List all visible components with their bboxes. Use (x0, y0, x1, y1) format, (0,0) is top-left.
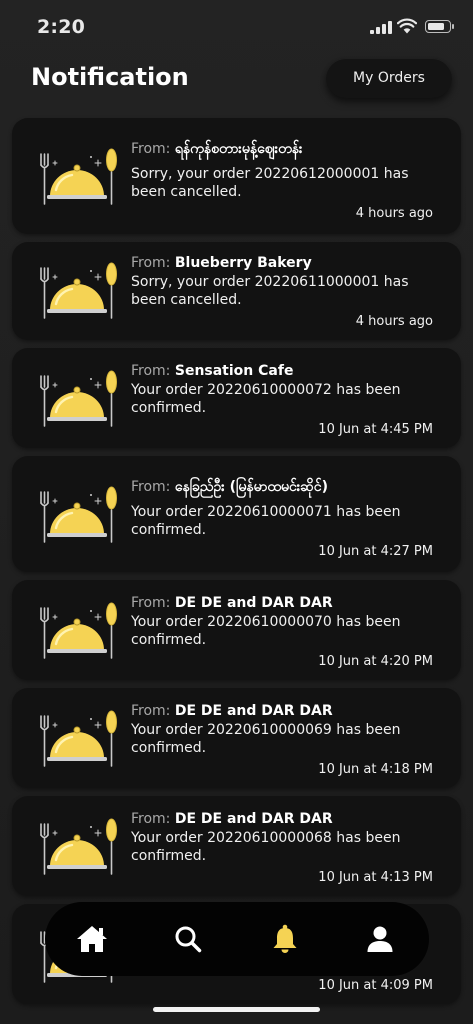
notification-card[interactable]: From: DE DE and DAR DAR Your order 202206… (12, 580, 461, 680)
notification-message: Sorry, your order 20220611000001 has bee… (131, 274, 409, 308)
notification-time: 10 Jun at 4:20 PM (318, 654, 433, 669)
notification-message: Your order 20220610000068 has been confi… (131, 830, 401, 864)
status-time: 2:20 (37, 16, 86, 38)
battery-icon (425, 20, 454, 33)
home-indicator[interactable] (153, 1007, 320, 1012)
notification-message: Your order 20220610000070 has been confi… (131, 614, 401, 648)
notification-card[interactable]: From: Sensation Cafe Your order 202206100… (12, 348, 461, 448)
notification-from: From: DE DE and DAR DAR (131, 811, 333, 827)
notification-from: From: Blueberry Bakery (131, 255, 312, 271)
food-cloche-icon (40, 602, 117, 659)
sender-name: Sensation Cafe (174, 363, 294, 379)
notification-time: 4 hours ago (355, 314, 433, 329)
from-prefix: From: (131, 141, 171, 157)
notification-message: Your order 20220610000071 has been confi… (131, 504, 401, 538)
sender-name: Blueberry Bakery (174, 255, 312, 271)
nav-profile[interactable] (362, 921, 398, 957)
nav-notifications[interactable] (267, 921, 303, 957)
notification-time: 4 hours ago (355, 206, 433, 221)
restaurant-icon (38, 710, 118, 768)
sender-name: DE DE and DAR DAR (174, 703, 333, 719)
notification-message: Your order 20220610000072 has been confi… (131, 382, 401, 416)
restaurant-icon (38, 148, 118, 206)
cellular-signal-icon (370, 21, 392, 34)
restaurant-icon (38, 370, 118, 428)
from-prefix: From: (131, 703, 171, 719)
notification-card[interactable]: From: နေခြည်ဦး (မြန်မာထမင်းဆိုင်) Your or… (12, 456, 461, 572)
food-cloche-icon (40, 148, 117, 205)
food-cloche-icon (40, 370, 117, 427)
from-prefix: From: (131, 363, 171, 379)
home-icon (77, 926, 107, 952)
notification-from: From: နေခြည်ဦး (မြန်မာထမင်းဆိုင်) (131, 477, 328, 498)
notification-card[interactable]: From: ရန်ကုန်စတားမုန့်ဈေးတန်း Sorry, your… (12, 118, 461, 234)
notification-from: From: DE DE and DAR DAR (131, 595, 333, 611)
status-bar: 2:20 (0, 0, 473, 54)
notification-time: 10 Jun at 4:27 PM (318, 544, 433, 559)
notification-screen: 2:20 Notification My Orders From: ရန်ကုန… (0, 0, 473, 1024)
food-cloche-icon (40, 262, 117, 319)
notification-time: 10 Jun at 4:18 PM (318, 762, 433, 777)
nav-home[interactable] (74, 921, 110, 957)
notification-card[interactable]: From: Blueberry Bakery Sorry, your order … (12, 242, 461, 340)
notification-from: From: ရန်ကုန်စတားမုန့်ဈေးတန်း (131, 139, 303, 160)
notification-card[interactable]: From: DE DE and DAR DAR Your order 202206… (12, 688, 461, 788)
nav-search[interactable] (170, 921, 206, 957)
from-prefix: From: (131, 255, 171, 271)
user-icon (367, 926, 393, 952)
sender-name: နေခြည်ဦး (မြန်မာထမင်းဆိုင်) (174, 479, 328, 495)
bottom-nav (45, 902, 429, 976)
search-icon (175, 926, 202, 953)
food-cloche-icon (40, 486, 117, 543)
notification-time: 10 Jun at 4:09 PM (318, 978, 433, 993)
notification-time: 10 Jun at 4:45 PM (318, 422, 433, 437)
restaurant-icon (38, 602, 118, 660)
restaurant-icon (38, 486, 118, 544)
from-prefix: From: (131, 811, 171, 827)
notification-from: From: Sensation Cafe (131, 363, 293, 379)
sender-name: ရန်ကုန်စတားမုန့်ဈေးတန်း (174, 141, 303, 157)
restaurant-icon (38, 818, 118, 876)
sender-name: DE DE and DAR DAR (174, 595, 333, 611)
notification-message: Sorry, your order 20220612000001 has bee… (131, 166, 409, 200)
from-prefix: From: (131, 595, 171, 611)
food-cloche-icon (40, 710, 117, 767)
restaurant-icon (38, 262, 118, 320)
page-title: Notification (31, 63, 189, 91)
wifi-icon (397, 18, 417, 34)
bell-icon (273, 924, 297, 953)
from-prefix: From: (131, 479, 171, 495)
food-cloche-icon (40, 818, 117, 875)
notification-message: Your order 20220610000069 has been confi… (131, 722, 401, 756)
sender-name: DE DE and DAR DAR (174, 811, 333, 827)
notification-card[interactable]: From: DE DE and DAR DAR Your order 202206… (12, 796, 461, 896)
my-orders-button[interactable]: My Orders (326, 58, 452, 98)
notification-time: 10 Jun at 4:13 PM (318, 870, 433, 885)
notification-from: From: DE DE and DAR DAR (131, 703, 333, 719)
